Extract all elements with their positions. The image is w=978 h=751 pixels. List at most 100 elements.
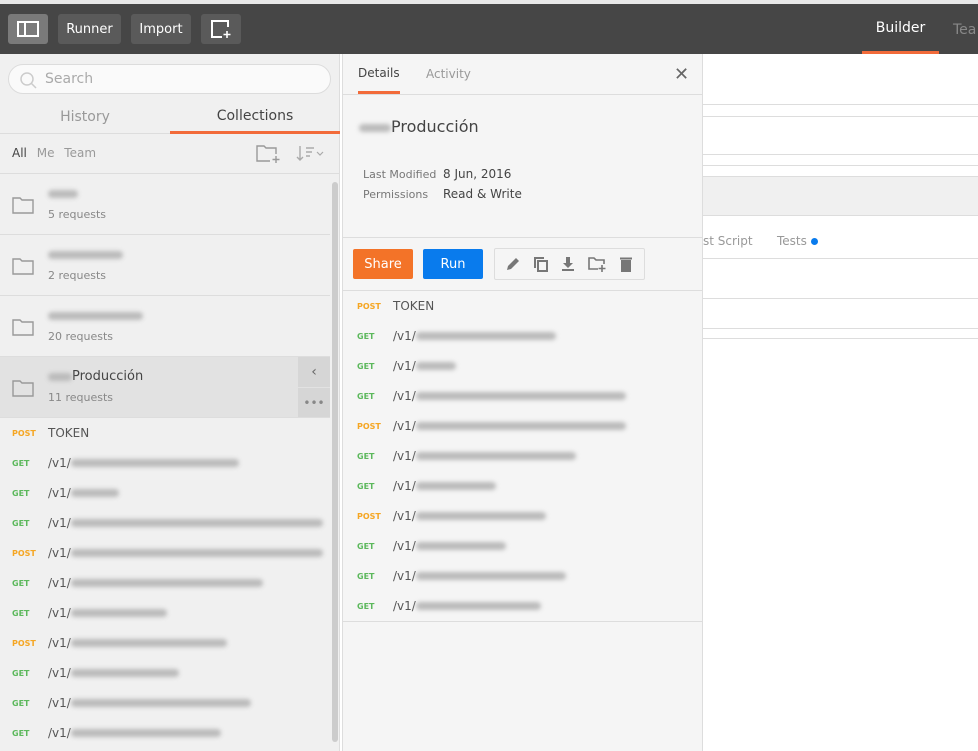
- more-options-button[interactable]: •••: [298, 388, 330, 417]
- request-item[interactable]: GET/v1/: [12, 718, 221, 748]
- request-path: /v1/: [393, 479, 416, 493]
- search-input[interactable]: Search: [8, 64, 331, 94]
- request-item[interactable]: GET/v1/: [12, 448, 239, 478]
- request-path: /v1/: [48, 606, 71, 620]
- request-path: /v1/: [48, 486, 71, 500]
- method-badge: GET: [12, 698, 30, 708]
- method-badge: POST: [12, 548, 36, 558]
- collection-item[interactable]: 2 requests: [0, 235, 330, 296]
- tab-activity[interactable]: Activity: [426, 54, 471, 94]
- method-badge: GET: [357, 481, 375, 491]
- request-path: /v1/: [48, 546, 71, 560]
- request-item[interactable]: GET/v1/: [357, 351, 456, 381]
- method-badge: POST: [12, 638, 36, 648]
- request-item[interactable]: GET/v1/: [12, 568, 263, 598]
- redacted-text: [70, 459, 239, 467]
- runner-button[interactable]: Runner: [58, 14, 121, 44]
- trash-icon[interactable]: [618, 256, 634, 272]
- scrollbar[interactable]: [331, 174, 339, 751]
- redacted-text: [415, 362, 456, 370]
- redacted-text: [415, 482, 496, 490]
- request-path: TOKEN: [48, 426, 90, 440]
- search-icon: [20, 72, 37, 89]
- method-badge: GET: [12, 728, 30, 738]
- request-item[interactable]: GET/v1/: [357, 561, 566, 591]
- request-item[interactable]: GET/v1/: [12, 658, 179, 688]
- request-item[interactable]: GET/v1/: [357, 531, 506, 561]
- filter-team[interactable]: Team: [64, 146, 96, 160]
- duplicate-icon[interactable]: [533, 256, 549, 272]
- download-icon[interactable]: [560, 256, 576, 272]
- folder-icon: [12, 197, 34, 214]
- filter-all[interactable]: All: [12, 146, 27, 160]
- request-item[interactable]: GET/v1/: [357, 321, 556, 351]
- share-button[interactable]: Share: [353, 249, 413, 279]
- request-count: 11 requests: [48, 391, 114, 404]
- request-item[interactable]: GET/v1/: [357, 591, 541, 621]
- collapse-details-button[interactable]: ‹: [298, 357, 330, 387]
- filter-me[interactable]: Me: [37, 146, 55, 160]
- tab-collections[interactable]: Collections: [170, 100, 340, 134]
- request-item[interactable]: GET/v1/: [357, 471, 496, 501]
- request-item[interactable]: GET/v1/: [12, 598, 167, 628]
- tab-team[interactable]: Tea: [953, 22, 976, 38]
- request-path: /v1/: [393, 509, 416, 523]
- collection-item[interactable]: 20 requests: [0, 296, 330, 357]
- request-path: /v1/: [48, 666, 71, 680]
- collection-title: Producción: [359, 117, 479, 136]
- run-button[interactable]: Run: [423, 249, 483, 279]
- request-item[interactable]: GET/v1/: [12, 508, 323, 538]
- folder-icon: [12, 319, 34, 336]
- add-folder-icon[interactable]: [588, 256, 606, 272]
- redacted-text: [415, 422, 626, 430]
- request-count: 2 requests: [48, 269, 107, 282]
- tab-builder[interactable]: Builder: [862, 4, 939, 54]
- request-item[interactable]: POST TOKEN: [12, 418, 89, 448]
- new-collection-icon[interactable]: [256, 144, 282, 164]
- request-item[interactable]: GET/v1/: [357, 381, 626, 411]
- redacted-text: [415, 542, 506, 550]
- method-badge: GET: [357, 331, 375, 341]
- close-icon[interactable]: ✕: [674, 64, 689, 85]
- request-item[interactable]: POST TOKEN: [357, 291, 434, 321]
- chevron-left-icon: ‹: [311, 364, 317, 380]
- request-path: /v1/: [393, 539, 416, 553]
- request-item[interactable]: POST/v1/: [357, 411, 626, 441]
- request-path: /v1/: [48, 726, 71, 740]
- request-item[interactable]: GET/v1/: [12, 478, 119, 508]
- method-badge: GET: [357, 601, 375, 611]
- collection-item[interactable]: 5 requests: [0, 174, 330, 235]
- redacted-text: [70, 729, 221, 737]
- request-item[interactable]: GET/v1/: [12, 688, 251, 718]
- request-path: /v1/: [393, 359, 416, 373]
- method-badge: GET: [357, 391, 375, 401]
- method-badge: GET: [357, 451, 375, 461]
- tab-history[interactable]: History: [0, 100, 170, 134]
- edit-icon[interactable]: [505, 256, 521, 272]
- tests-indicator-dot: [810, 238, 818, 245]
- folder-icon: [12, 380, 34, 397]
- request-item[interactable]: GET/v1/: [357, 441, 576, 471]
- tab-pre-request-script[interactable]: st Script: [703, 234, 753, 248]
- collection-name: Producción: [72, 369, 144, 384]
- collection-item-selected[interactable]: Producción 11 requests ‹ •••: [0, 357, 330, 418]
- request-path: TOKEN: [393, 299, 435, 313]
- request-item[interactable]: POST/v1/: [12, 628, 227, 658]
- toggle-sidebar-button[interactable]: [8, 14, 48, 44]
- request-item[interactable]: POST/v1/: [12, 538, 323, 568]
- request-item[interactable]: POST/v1/: [357, 501, 546, 531]
- request-path: /v1/: [393, 419, 416, 433]
- tab-tests[interactable]: Tests: [777, 234, 818, 248]
- request-path: /v1/: [48, 576, 71, 590]
- method-badge: GET: [357, 361, 375, 371]
- sort-icon[interactable]: [295, 144, 325, 162]
- redacted-text: [70, 609, 167, 617]
- folder-icon: [12, 258, 34, 275]
- method-badge: GET: [12, 668, 30, 678]
- request-count: 5 requests: [48, 208, 107, 221]
- tab-details[interactable]: Details: [358, 54, 400, 94]
- import-button[interactable]: Import: [131, 14, 191, 44]
- request-path: /v1/: [48, 636, 71, 650]
- method-badge: GET: [357, 571, 375, 581]
- new-window-button[interactable]: [201, 14, 241, 44]
